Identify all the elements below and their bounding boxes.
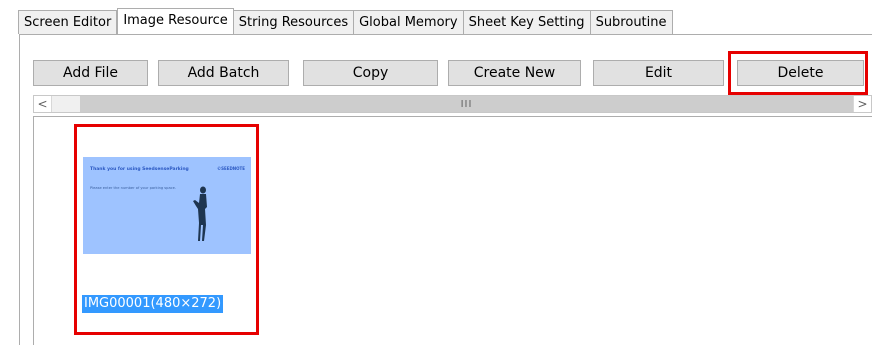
scroll-thumb[interactable]: III [80, 96, 853, 112]
delete-button-highlight [728, 51, 868, 95]
tab-string-resources[interactable]: String Resources [233, 10, 355, 34]
add-file-button[interactable]: Add File [33, 60, 148, 86]
tab-strip: Screen Editor Image Resource String Reso… [18, 8, 673, 34]
grip-icon: III [460, 98, 473, 110]
image-item-highlight [74, 124, 259, 335]
tab-screen-editor[interactable]: Screen Editor [18, 10, 118, 34]
add-batch-button[interactable]: Add Batch [158, 60, 289, 86]
tab-sheet-key-setting[interactable]: Sheet Key Setting [463, 10, 591, 34]
horizontal-scrollbar[interactable]: < III > [33, 95, 872, 113]
copy-button[interactable]: Copy [303, 60, 438, 86]
scroll-right-icon[interactable]: > [853, 96, 871, 112]
scroll-left-icon[interactable]: < [34, 96, 52, 112]
create-new-button[interactable]: Create New [448, 60, 581, 86]
tab-image-resource[interactable]: Image Resource [117, 8, 234, 34]
edit-button[interactable]: Edit [593, 60, 724, 86]
tab-global-memory[interactable]: Global Memory [354, 10, 464, 34]
tab-subroutine[interactable]: Subroutine [590, 10, 673, 34]
